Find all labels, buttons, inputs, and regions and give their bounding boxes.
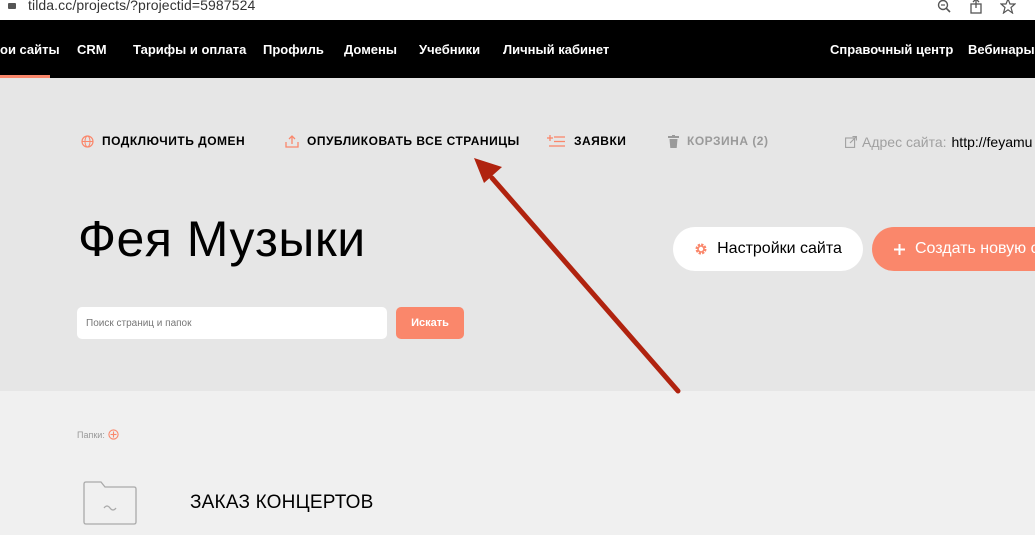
plus-icon: [894, 243, 905, 255]
publish-all-button[interactable]: ОПУБЛИКОВАТЬ ВСЕ СТРАНИЦЫ: [285, 134, 520, 148]
external-link-icon: [845, 136, 857, 148]
publish-all-label: ОПУБЛИКОВАТЬ ВСЕ СТРАНИЦЫ: [307, 134, 520, 148]
trash-icon: [668, 134, 679, 148]
nav-domains[interactable]: Домены: [344, 20, 397, 78]
folders-section-label: Папки:: [77, 429, 119, 440]
search-input[interactable]: [77, 307, 387, 339]
site-address-label: Адрес сайта:: [862, 134, 947, 150]
trash-label: КОРЗИНА (2): [687, 134, 769, 148]
project-title: Фея Музыки: [78, 211, 366, 267]
folders-label: Папки:: [77, 429, 105, 440]
nav-my-sites[interactable]: ои сайты: [0, 20, 60, 78]
site-settings-label: Настройки сайта: [717, 240, 842, 257]
nav-webinars[interactable]: Вебинары: [968, 20, 1035, 78]
search-button[interactable]: Искать: [396, 307, 464, 339]
nav-help-center[interactable]: Справочный центр: [830, 20, 953, 78]
site-settings-button[interactable]: Настройки сайта: [673, 227, 863, 271]
share-icon[interactable]: [967, 0, 985, 14]
lock-icon: [8, 3, 16, 9]
url-text[interactable]: tilda.cc/projects/?projectid=5987524: [28, 0, 255, 13]
site-address-link[interactable]: http://feyamu: [952, 134, 1033, 150]
requests-button[interactable]: ЗАЯВКИ: [547, 134, 626, 148]
globe-icon: [81, 134, 94, 148]
browser-address-bar: tilda.cc/projects/?projectid=5987524: [0, 0, 1035, 20]
nav-profile[interactable]: Профиль: [263, 20, 324, 78]
nav-tutorials[interactable]: Учебники: [419, 20, 480, 78]
upload-icon: [285, 134, 299, 148]
top-navigation: ои сайты CRM Тарифы и оплата Профиль Дом…: [0, 20, 1035, 78]
zoom-icon[interactable]: [935, 0, 953, 14]
site-address: Адрес сайта: http://feyamu: [845, 134, 1032, 150]
connect-domain-label: ПОДКЛЮЧИТЬ ДОМЕН: [102, 134, 246, 148]
folder-name[interactable]: ЗАКАЗ КОНЦЕРТОВ: [190, 492, 374, 514]
create-page-label: Создать новую с: [915, 240, 1035, 257]
gear-icon: [695, 243, 707, 255]
connect-domain-button[interactable]: ПОДКЛЮЧИТЬ ДОМЕН: [81, 134, 245, 148]
create-page-button[interactable]: Создать новую с: [872, 227, 1035, 271]
project-header: ПОДКЛЮЧИТЬ ДОМЕН ОПУБЛИКОВАТЬ ВСЕ СТРАНИ…: [0, 78, 1035, 391]
nav-tariffs[interactable]: Тарифы и оплата: [133, 20, 246, 78]
star-icon[interactable]: [999, 0, 1017, 14]
trash-button[interactable]: КОРЗИНА (2): [668, 134, 768, 148]
nav-account[interactable]: Личный кабинет: [503, 20, 609, 78]
nav-crm[interactable]: CRM: [77, 20, 107, 78]
requests-label: ЗАЯВКИ: [574, 134, 627, 148]
add-folder-icon[interactable]: [108, 429, 119, 440]
list-add-icon: [547, 134, 565, 147]
folder-icon[interactable]: [83, 481, 137, 525]
